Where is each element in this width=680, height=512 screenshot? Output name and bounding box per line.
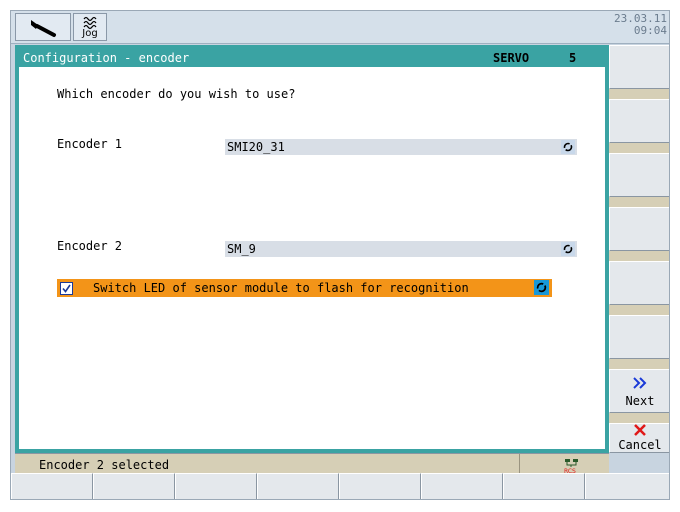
status-message: Encoder 2 selected xyxy=(39,458,170,472)
cancel-softkey[interactable]: Cancel xyxy=(609,423,669,453)
mode-label: Jog xyxy=(82,28,98,39)
softkey-divider xyxy=(609,305,669,315)
dialog-title-bar: Configuration - encoder SERVO 5 xyxy=(19,49,605,67)
channel-number: 5 xyxy=(569,51,577,65)
horizontal-softkeys xyxy=(11,473,669,499)
jog-mode-indicator: Jog xyxy=(73,13,107,41)
hmi-screen: Jog 23.03.11 09:04 Configuration - encod… xyxy=(10,10,670,500)
softkey-divider xyxy=(609,413,669,423)
encoder2-label: Encoder 2 xyxy=(57,239,123,253)
softkey-divider xyxy=(609,143,669,153)
toggle-icon[interactable] xyxy=(561,242,575,256)
softkey-h6[interactable] xyxy=(421,473,503,499)
datetime: 23.03.11 09:04 xyxy=(614,13,667,37)
encoder1-label: Encoder 1 xyxy=(57,137,123,151)
softkey-v4[interactable] xyxy=(609,207,669,251)
time: 09:04 xyxy=(633,24,667,37)
softkey-h5[interactable] xyxy=(339,473,421,499)
softkey-h3[interactable] xyxy=(175,473,257,499)
next-label: Next xyxy=(625,394,655,408)
toggle-icon[interactable] xyxy=(561,140,575,154)
close-icon xyxy=(610,424,669,439)
softkey-h4[interactable] xyxy=(257,473,339,499)
softkey-v2[interactable] xyxy=(609,99,669,143)
led-checkbox[interactable] xyxy=(60,281,73,295)
encoder-question: Which encoder do you wish to use? xyxy=(57,87,296,101)
chevron-right-icon xyxy=(610,376,669,393)
cancel-label: Cancel xyxy=(618,438,662,452)
softkey-v1[interactable] xyxy=(609,45,669,89)
encoder2-value: SM_9 xyxy=(227,242,256,256)
softkey-h2[interactable] xyxy=(93,473,175,499)
dialog-title: Configuration - encoder xyxy=(23,51,190,65)
softkey-v5[interactable] xyxy=(609,261,669,305)
toggle-icon[interactable] xyxy=(534,280,549,295)
encoder2-select[interactable]: SM_9 xyxy=(225,241,577,257)
softkey-h8[interactable] xyxy=(585,473,669,499)
next-softkey[interactable]: Next xyxy=(609,369,669,413)
softkey-divider xyxy=(609,197,669,207)
led-flash-option[interactable]: Switch LED of sensor module to flash for… xyxy=(57,279,552,297)
led-option-label: Switch LED of sensor module to flash for… xyxy=(93,281,469,295)
softkey-divider xyxy=(609,89,669,99)
softkey-h7[interactable] xyxy=(503,473,585,499)
softkey-divider xyxy=(609,251,669,261)
vertical-softkeys: Next Cancel xyxy=(609,45,669,453)
channel-label: SERVO xyxy=(493,51,530,65)
header-bar: Jog 23.03.11 09:04 xyxy=(11,11,669,44)
encoder1-value: SMI20_31 xyxy=(227,140,285,154)
softkey-h1[interactable] xyxy=(11,473,93,499)
softkey-divider xyxy=(609,359,669,369)
encoder1-select[interactable]: SMI20_31 xyxy=(225,139,577,155)
softkey-v3[interactable] xyxy=(609,153,669,197)
wrench-icon[interactable] xyxy=(15,13,71,41)
encoder-config-dialog: Configuration - encoder SERVO 5 Which en… xyxy=(15,45,609,453)
softkey-v6[interactable] xyxy=(609,315,669,359)
